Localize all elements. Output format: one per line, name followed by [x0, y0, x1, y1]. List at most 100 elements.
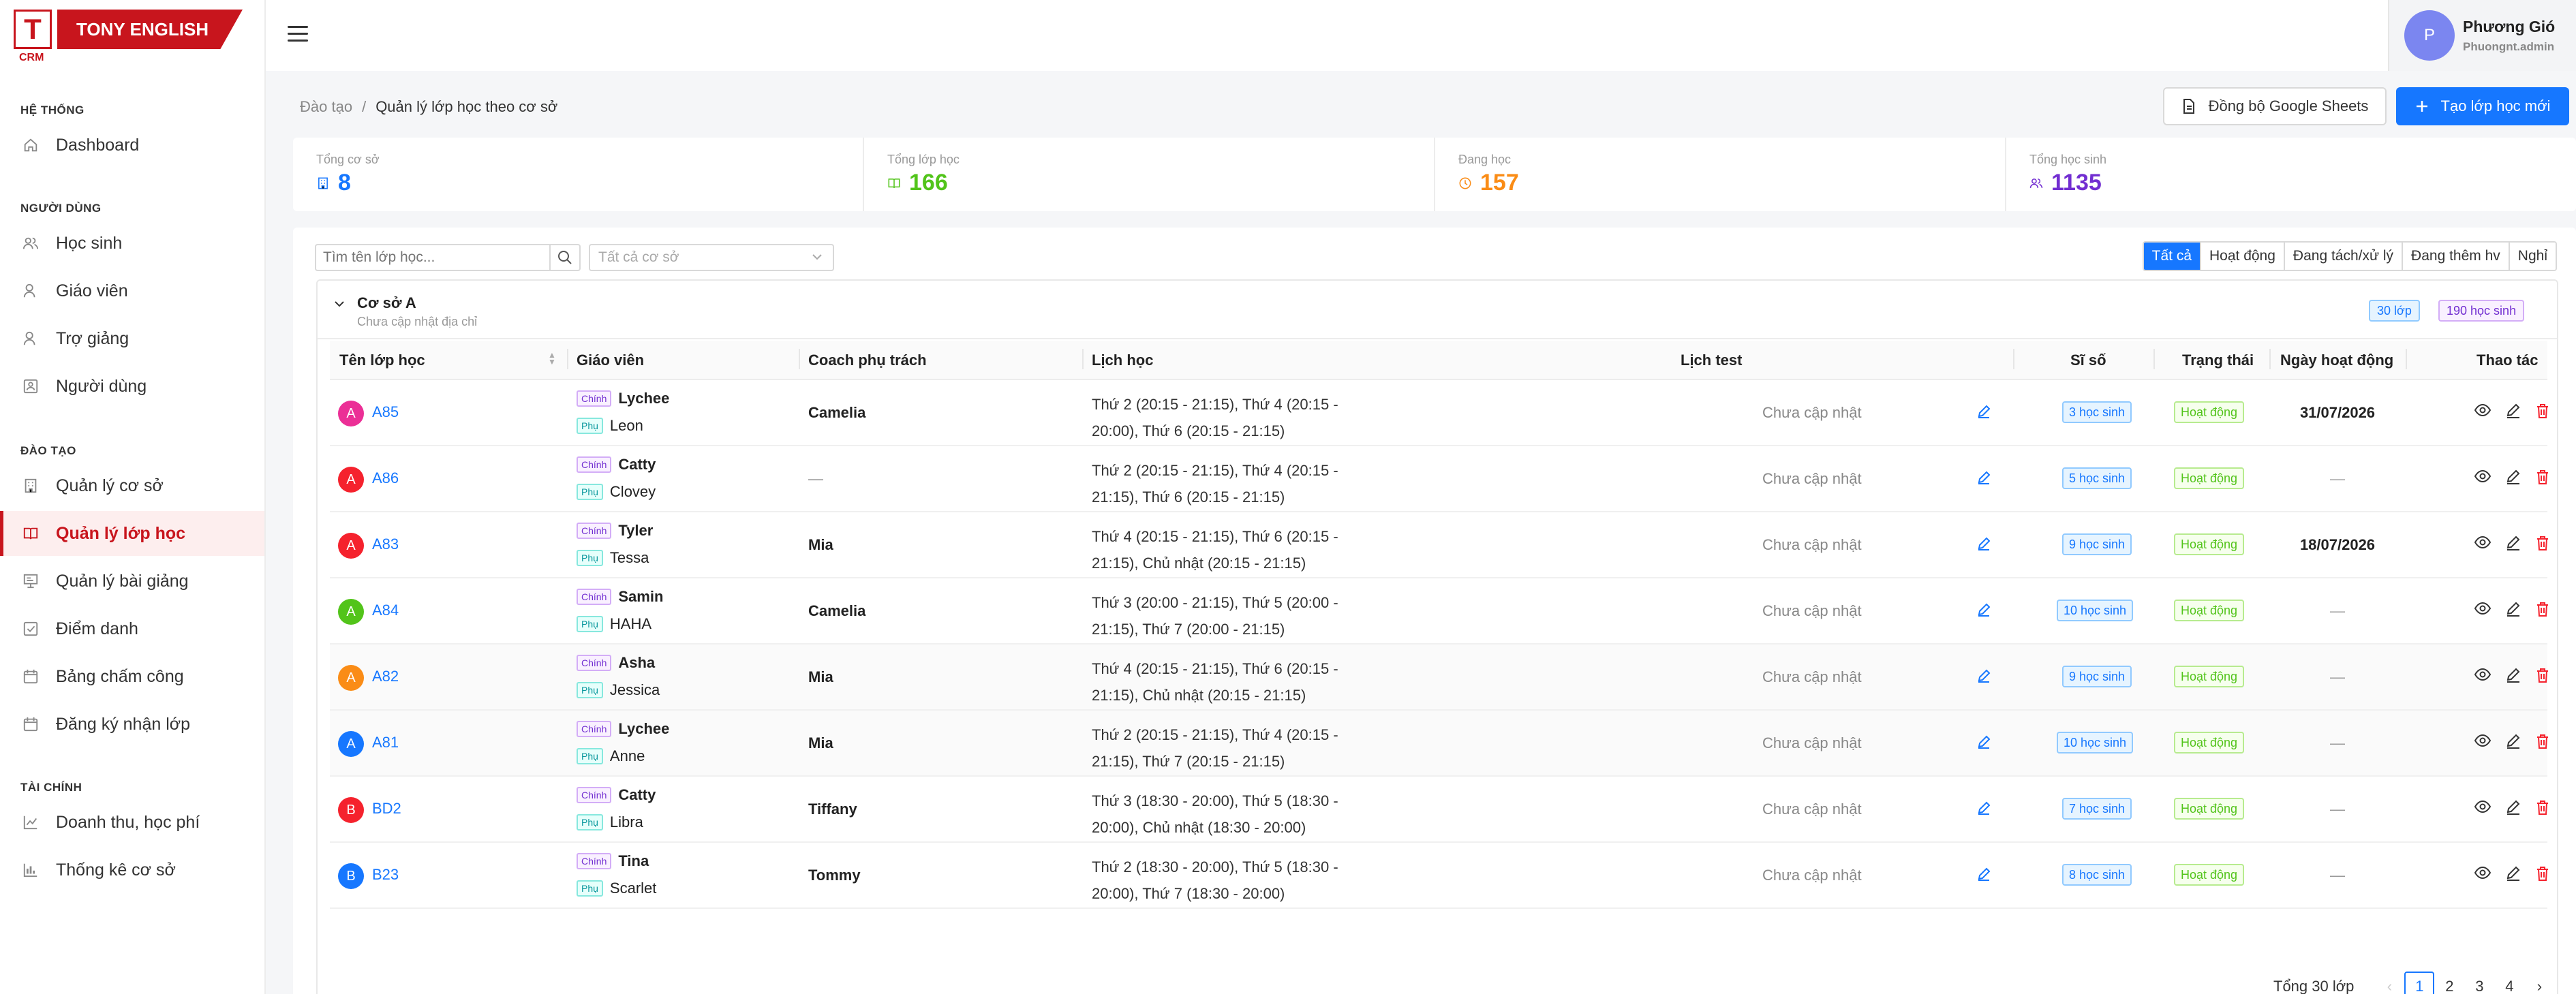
user-name: Phương Gió	[2463, 17, 2556, 35]
view-icon[interactable]	[2474, 799, 2491, 814]
user-menu[interactable]: P Phương Gió Phuongnt.admin	[2388, 0, 2576, 71]
page-button[interactable]: 3	[2464, 972, 2494, 994]
class-name-link[interactable]: B23	[372, 866, 399, 884]
main-teacher: Chính Tyler	[577, 522, 653, 540]
sidebar-item[interactable]: Doanh thu, học phí	[0, 800, 264, 845]
student-count-badge: 8 học sinh	[2062, 864, 2132, 886]
edit-icon[interactable]	[2505, 601, 2521, 617]
branch-group-header[interactable]: Cơ sở A Chưa cập nhật địa chỉ 30 lớp 190…	[318, 281, 2557, 339]
sidebar-item[interactable]: Dashboard	[0, 123, 264, 168]
search-icon[interactable]	[549, 245, 579, 270]
sidebar-item-label: Người dùng	[56, 376, 147, 396]
delete-icon[interactable]	[2535, 403, 2550, 419]
table-row: A A83 Chính Tyler Phụ Tessa Mia Thứ 4 (20:15 - …	[330, 512, 2550, 578]
stat-value: 1135	[2029, 170, 2576, 196]
sub-teacher: Phụ Leon	[577, 417, 643, 435]
page-button[interactable]: 2	[2434, 972, 2464, 994]
edit-icon[interactable]	[2505, 799, 2521, 816]
class-name-link[interactable]: A82	[372, 668, 399, 685]
view-icon[interactable]	[2474, 733, 2491, 748]
view-icon[interactable]	[2474, 535, 2491, 550]
page-button[interactable]: 4	[2494, 972, 2524, 994]
sidebar-item[interactable]: Thống kê cơ sở	[0, 848, 264, 892]
delete-icon[interactable]	[2535, 667, 2550, 683]
delete-icon[interactable]	[2535, 535, 2550, 551]
sidebar-item-label: Dashboard	[56, 135, 140, 155]
sync-google-sheets-button[interactable]: Đồng bộ Google Sheets	[2163, 87, 2387, 125]
edit-icon[interactable]	[2505, 865, 2521, 882]
topbar: P Phương Gió Phuongnt.admin	[266, 0, 2576, 71]
class-name-link[interactable]: A81	[372, 734, 399, 751]
filter-tab[interactable]: Đang tách/xử lý	[2284, 243, 2404, 270]
sidebar-item[interactable]: Học sinh	[0, 221, 264, 266]
sidebar-item[interactable]: Điểm danh	[0, 606, 264, 651]
sidebar-item[interactable]: Người dùng	[0, 364, 264, 409]
calendar-icon	[22, 668, 40, 685]
edit-test-icon[interactable]	[1976, 867, 1991, 885]
filter-tab[interactable]: Đang thêm hv	[2403, 243, 2510, 270]
view-icon[interactable]	[2474, 865, 2491, 880]
branch-select[interactable]: Tất cả cơ sở	[589, 244, 834, 271]
sidebar-item[interactable]: Trợ giảng	[0, 316, 264, 361]
edit-test-icon[interactable]	[1976, 404, 1991, 422]
delete-icon[interactable]	[2535, 469, 2550, 485]
edit-test-icon[interactable]	[1976, 602, 1991, 621]
book-icon	[22, 525, 40, 542]
class-name-link[interactable]: A85	[372, 403, 399, 421]
edit-test-icon[interactable]	[1976, 801, 1991, 819]
delete-icon[interactable]	[2535, 865, 2550, 882]
class-avatar: B	[338, 863, 364, 889]
view-icon[interactable]	[2474, 403, 2491, 418]
id-card-icon	[22, 377, 40, 395]
edit-test-icon[interactable]	[1976, 536, 1991, 555]
sidebar-item[interactable]: Quản lý cơ sở	[0, 463, 264, 508]
role-sub-badge: Phụ	[577, 682, 603, 698]
building-icon	[316, 176, 330, 190]
filter-tab[interactable]: Hoạt động	[2201, 243, 2285, 270]
col-name[interactable]: Tên lớp học	[339, 352, 425, 369]
plus-icon	[2415, 99, 2429, 113]
edit-test-icon[interactable]	[1976, 470, 1991, 488]
view-icon[interactable]	[2474, 469, 2491, 484]
edit-test-icon[interactable]	[1976, 734, 1991, 753]
filter-tab[interactable]: Tất cả	[2143, 243, 2201, 270]
view-icon[interactable]	[2474, 667, 2491, 682]
prev-page-icon[interactable]: ‹	[2374, 972, 2404, 994]
table-row: B B23 Chính Tina Phụ Scarlet Tommy Thứ 2 (18:30…	[330, 843, 2550, 909]
coach-name: —	[808, 470, 823, 487]
edit-icon[interactable]	[2505, 403, 2521, 419]
view-icon[interactable]	[2474, 601, 2491, 616]
brand-logo[interactable]: T CRM TONY ENGLISH	[14, 10, 243, 68]
delete-icon[interactable]	[2535, 601, 2550, 617]
sidebar-item[interactable]: Quản lý lớp học	[0, 511, 264, 556]
edit-test-icon[interactable]	[1976, 668, 1991, 687]
breadcrumb-parent[interactable]: Đào tạo	[300, 98, 352, 115]
sub-teacher: Phụ Scarlet	[577, 880, 656, 897]
menu-toggle-icon[interactable]	[288, 26, 308, 44]
next-page-icon[interactable]: ›	[2524, 972, 2554, 994]
filter-tab[interactable]: Nghỉ	[2509, 243, 2556, 270]
stat-label: Đang học	[1458, 153, 1512, 166]
delete-icon[interactable]	[2535, 799, 2550, 816]
class-name-link[interactable]: A84	[372, 602, 399, 619]
edit-icon[interactable]	[2505, 667, 2521, 683]
create-class-button[interactable]: Tạo lớp học mới	[2396, 87, 2569, 125]
edit-icon[interactable]	[2505, 733, 2521, 749]
sidebar-item[interactable]: Đăng ký nhận lớp	[0, 702, 264, 747]
class-schedule: Thứ 2 (20:15 - 21:15), Thứ 4 (20:15 - 20…	[1092, 396, 1338, 439]
page-button[interactable]: 1	[2404, 972, 2435, 994]
sidebar-item[interactable]: Bảng chấm công	[0, 654, 264, 699]
class-name-link[interactable]: A83	[372, 535, 399, 553]
search-input[interactable]	[316, 245, 549, 270]
sort-icon[interactable]: ▲ ▼	[548, 351, 556, 366]
sidebar-item[interactable]: Giáo viên	[0, 268, 264, 313]
edit-icon[interactable]	[2505, 535, 2521, 551]
delete-icon[interactable]	[2535, 733, 2550, 749]
active-date: —	[2330, 470, 2345, 487]
class-name-link[interactable]: A86	[372, 469, 399, 487]
edit-icon[interactable]	[2505, 469, 2521, 485]
class-name-link[interactable]: BD2	[372, 800, 401, 818]
chevron-down-icon[interactable]	[333, 297, 346, 314]
status-badge: Hoạt động	[2174, 732, 2245, 754]
sidebar-item[interactable]: Quản lý bài giảng	[0, 559, 264, 604]
